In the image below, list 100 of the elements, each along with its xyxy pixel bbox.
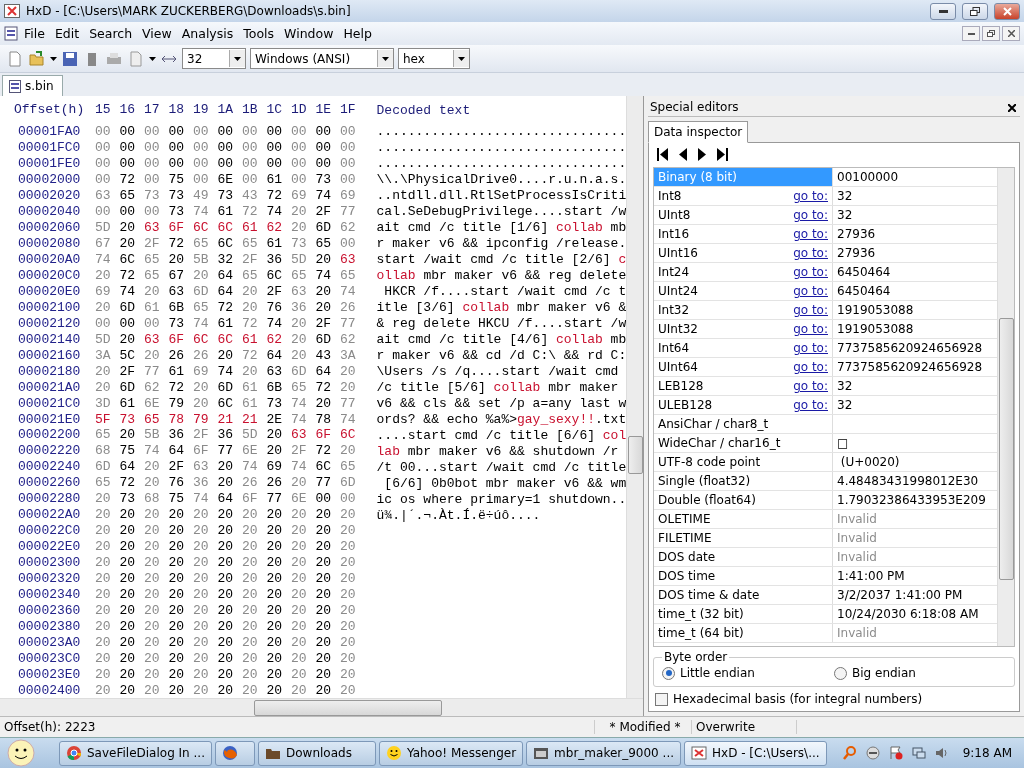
go-to-link[interactable]: go to:	[793, 341, 828, 355]
taskbar-button[interactable]	[215, 740, 255, 766]
go-to-link[interactable]: go to:	[793, 246, 828, 260]
byte-cell-text: 61	[242, 331, 259, 347]
field-value: 7737585620924656928	[836, 340, 984, 357]
go-to-link[interactable]: go to:	[793, 227, 828, 241]
menu-item[interactable]: View	[138, 24, 176, 43]
network-icon[interactable]	[910, 745, 927, 761]
offset-cell-text: 000022C0	[17, 523, 82, 539]
horizontal-scrollbar[interactable]	[0, 698, 643, 716]
byte-cell-text: 20	[119, 427, 137, 443]
vertical-scrollbar[interactable]	[626, 96, 643, 698]
field-value: 00100000	[836, 169, 900, 186]
offset-cell-text: 00002360	[17, 602, 82, 618]
go-to-link[interactable]: go to:	[793, 303, 828, 317]
bytes-per-row-dropdown[interactable]: 32	[182, 48, 246, 69]
previous-icon[interactable]	[678, 148, 688, 161]
byte-cell-text: 67	[95, 236, 112, 252]
restore-button[interactable]	[962, 2, 988, 20]
menu-item[interactable]: Search	[85, 24, 137, 43]
minimize-button[interactable]	[962, 26, 980, 41]
taskbar-button[interactable]: HxD - [C:\Users\...	[684, 740, 827, 766]
last-icon[interactable]	[716, 148, 728, 161]
start-orb-icon[interactable]	[4, 739, 38, 767]
minus-circle-icon[interactable]	[864, 745, 881, 761]
byte-cell-text: 20	[340, 523, 357, 539]
menu-item[interactable]: Analysis	[177, 24, 238, 43]
go-to-link[interactable]: go to:	[793, 360, 828, 374]
byte-cell-text: 20	[291, 204, 308, 220]
byte-cell-text: 68	[144, 491, 161, 507]
offset-cell-text: 00002140	[17, 331, 82, 347]
tab-label: s.bin	[25, 79, 54, 93]
byte-cell-text: 65	[193, 236, 210, 252]
byte-cell-text: 20	[340, 634, 357, 650]
byte-cell-text: 67	[168, 267, 186, 283]
go-to-link[interactable]: go to:	[793, 208, 828, 222]
byte-cell-text: 2F	[291, 443, 308, 459]
menu-item[interactable]: Edit	[50, 24, 84, 43]
byte-cell-text: 77	[266, 491, 284, 507]
menu-item[interactable]: Tools	[239, 24, 279, 43]
byte-cell-text: 20	[242, 602, 259, 618]
byte-cell-text: 2F	[315, 204, 333, 220]
go-to-link[interactable]: go to:	[793, 189, 828, 203]
save-icon[interactable]	[61, 49, 79, 68]
charset-dropdown[interactable]: Windows (ANSI)	[250, 48, 394, 69]
byte-cell-text: 74	[193, 315, 210, 331]
field-name: Double (float64)	[658, 493, 756, 507]
status-modified: * Modified *	[595, 720, 692, 734]
offset-cell-text: 000020E0	[17, 283, 82, 299]
minimize-icon	[938, 9, 948, 13]
menu-item[interactable]: Help	[339, 24, 376, 43]
go-to-link[interactable]: go to:	[793, 284, 828, 298]
go-to-link[interactable]: go to:	[793, 398, 828, 412]
first-icon[interactable]	[657, 148, 669, 161]
byte-cell-text: 00	[119, 124, 137, 140]
menu-item[interactable]: File	[20, 24, 49, 43]
offset-cell-text: 00002120	[17, 315, 82, 331]
flag-icon[interactable]	[887, 745, 904, 761]
offset-base-dropdown[interactable]: hex	[398, 48, 470, 69]
byte-cell-text: 26	[193, 347, 210, 363]
magnifier-icon[interactable]	[841, 745, 858, 761]
restore-button[interactable]	[982, 26, 1000, 41]
open-folder-icon[interactable]	[28, 49, 46, 68]
file-tab[interactable]: s.bin	[2, 75, 63, 96]
close-button[interactable]	[1002, 26, 1020, 41]
column-header: 1E	[315, 102, 333, 118]
column-header: 15	[95, 102, 112, 118]
hex-basis-checkbox[interactable]: Hexadecimal basis (for integral numbers)	[655, 692, 1013, 706]
taskbar-button[interactable]: mbr_maker_9000 ...	[526, 740, 681, 766]
byte-cell-text: 73	[168, 188, 186, 204]
offset-cell-text: 00002380	[17, 618, 82, 634]
go-to-link[interactable]: go to:	[793, 322, 828, 336]
go-to-link[interactable]: go to:	[793, 379, 828, 393]
taskbar-button[interactable]: Downloads	[258, 740, 376, 766]
byte-cell-text: 20	[242, 587, 259, 602]
speaker-icon[interactable]	[933, 745, 950, 761]
byte-cell-text: 00	[340, 140, 357, 156]
byte-cell-text: 20	[119, 523, 137, 539]
byte-cell-text: 00	[144, 156, 161, 172]
byte-cell-text: 6D	[340, 475, 357, 491]
byte-cell-text: 69	[193, 363, 210, 379]
taskbar-button[interactable]: Yahoo! Messenger	[379, 740, 524, 766]
decoded-text-line: ................................	[376, 156, 627, 172]
next-icon[interactable]	[697, 148, 707, 161]
inspector-tab[interactable]: Data inspector	[648, 121, 749, 143]
taskbar-button[interactable]: SaveFileDialog In ...	[59, 740, 212, 766]
byte-cell-text: 00	[95, 156, 112, 172]
byte-cell-text: 20	[144, 539, 161, 555]
vertical-scrollbar[interactable]	[997, 168, 1014, 646]
byte-cell-text: 20	[242, 507, 259, 523]
byte-cell-text: 5D	[95, 220, 112, 236]
field-value: 32	[836, 188, 854, 205]
menu-item[interactable]: Window	[280, 24, 338, 43]
byte-cell-text: 20	[119, 682, 137, 698]
radio-option[interactable]: Little endian	[662, 666, 834, 680]
byte-cell-text: 20	[340, 682, 357, 698]
byte-cell-text: 20	[291, 634, 308, 650]
go-to-link[interactable]: go to:	[793, 265, 828, 279]
radio-option[interactable]: Big endian	[834, 666, 1006, 680]
minimize-button[interactable]	[930, 2, 956, 20]
